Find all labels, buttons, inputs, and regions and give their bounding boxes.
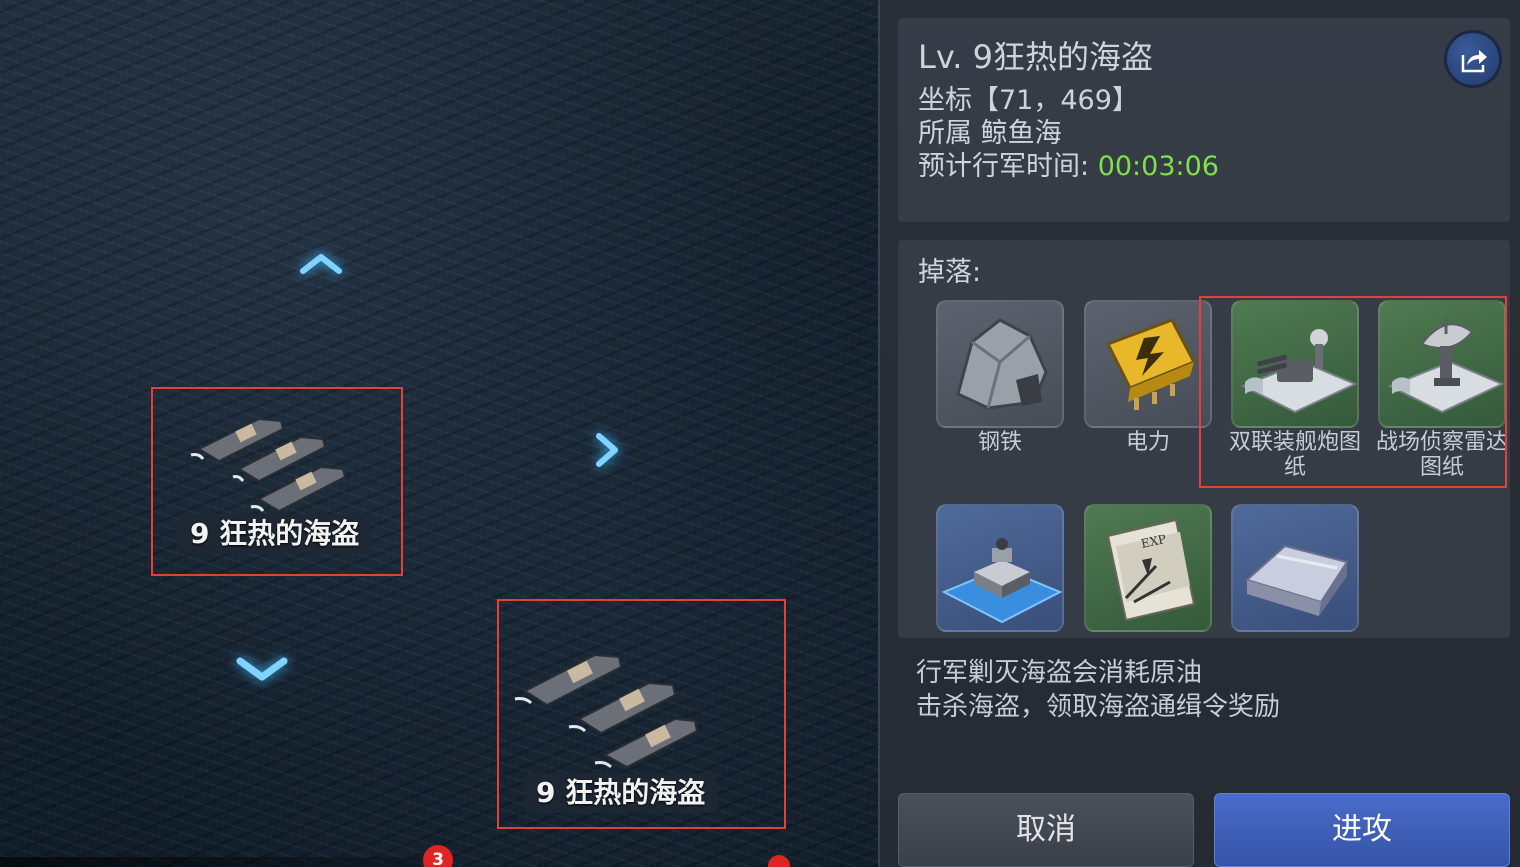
chat-strip[interactable] [0, 857, 420, 867]
target-info-panel: Lv. 9狂热的海盗 坐标【71，469】 所属 鲸鱼海 预计行军时间: 00:… [878, 0, 1520, 867]
scroll-down-arrow-icon[interactable] [236, 656, 288, 682]
march-time-label: 预计行军时间: [918, 151, 1098, 182]
cancel-button[interactable]: 取消 [898, 793, 1194, 867]
drop-item-name: 钢铁 [977, 430, 1022, 455]
ocean-map[interactable]: 9 狂热的海盗 9 狂热的海盗 3 [0, 0, 878, 867]
metal-ingot-icon [1231, 504, 1359, 632]
blueprint-highlight-box [1199, 296, 1507, 488]
drop-item-exp[interactable]: EXP [1084, 504, 1212, 634]
pirate-fleet-label: 9 狂热的海盗 [524, 773, 718, 813]
pirate-fleet-highlight[interactable]: 9 狂热的海盗 [497, 599, 786, 829]
pirate-fleet-label: 9 狂热的海盗 [178, 514, 372, 554]
share-button[interactable] [1444, 30, 1502, 88]
scroll-up-arrow-icon[interactable] [300, 252, 342, 274]
pirate-ships-icon [190, 417, 347, 513]
drop-item-base[interactable] [936, 504, 1064, 634]
base-building-icon [936, 504, 1064, 632]
scroll-right-arrow-icon[interactable] [594, 432, 620, 468]
notification-badge: 3 [423, 845, 453, 867]
pirate-fleet-highlight[interactable]: 9 狂热的海盗 [151, 387, 403, 576]
target-info-card: Lv. 9狂热的海盗 坐标【71，469】 所属 鲸鱼海 预计行军时间: 00:… [898, 18, 1510, 222]
drop-item-power[interactable]: 电力 [1084, 300, 1212, 455]
description-line-2: 击杀海盗，领取海盗通缉令奖励 [916, 692, 1281, 722]
march-time-value: 00:03:06 [1097, 151, 1219, 182]
drop-item-steel[interactable]: 钢铁 [936, 300, 1064, 455]
red-dot-indicator [768, 855, 790, 867]
march-time: 预计行军时间: 00:03:06 [918, 144, 1219, 183]
target-title: Lv. 9狂热的海盗 [918, 38, 1153, 76]
exp-document-icon: EXP [1084, 504, 1212, 632]
drop-item-ingot[interactable] [1231, 504, 1359, 634]
share-icon [1461, 50, 1487, 73]
attack-button[interactable]: 进攻 [1214, 793, 1510, 867]
battery-icon [1084, 300, 1212, 428]
description-line-1: 行军剿灭海盗会消耗原油 [916, 658, 1203, 688]
drops-label: 掉落: [918, 257, 982, 288]
pirate-ships-icon [514, 653, 699, 769]
drops-card: 掉落: 钢铁 电力 双联装舰炮图纸 战场侦察雷达图纸 EXP [898, 240, 1510, 638]
steel-ore-icon [936, 300, 1064, 428]
